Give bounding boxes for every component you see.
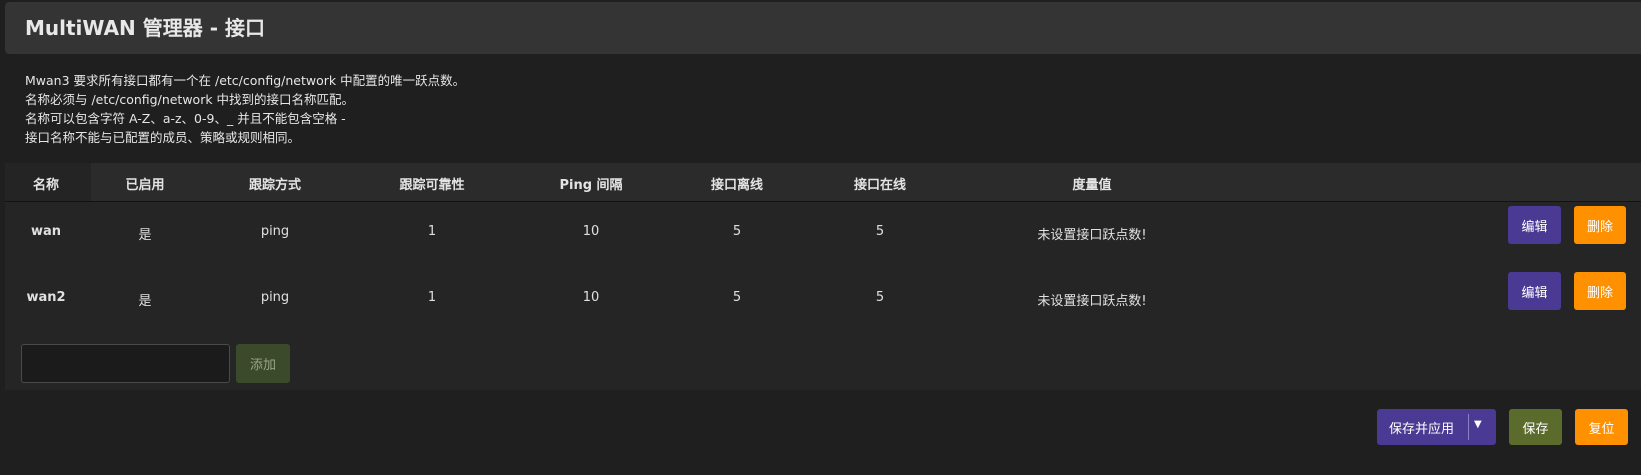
add-button[interactable]: 添加 (236, 344, 290, 383)
header-name: 名称 (32, 178, 60, 193)
header-reliability: 跟踪可靠性 (399, 178, 465, 193)
description-line: Mwan3 要求所有接口都有一个在 /etc/config/network 中配… (25, 73, 466, 88)
save-button[interactable]: 保存 (1509, 409, 1562, 445)
cell-down: 5 (732, 290, 742, 305)
cell-track-method: ping (260, 224, 290, 239)
description-line: 名称必须与 /etc/config/network 中找到的接口名称匹配。 (25, 92, 355, 107)
cell-up: 5 (875, 224, 885, 239)
table-row: wan2 是 ping 1 10 5 5 未设置接口跃点数! 编辑 删除 (5, 267, 1641, 329)
cell-reliability: 1 (427, 290, 437, 305)
description: Mwan3 要求所有接口都有一个在 /etc/config/network 中配… (25, 71, 465, 147)
cell-metric: 未设置接口跃点数! (1037, 294, 1147, 309)
header-down: 接口离线 (710, 178, 764, 193)
cell-reliability: 1 (427, 224, 437, 239)
cell-enabled: 是 (138, 294, 152, 309)
caret-down-icon[interactable]: ▼ (1474, 419, 1482, 430)
delete-button[interactable]: 删除 (1574, 272, 1626, 310)
reset-button[interactable]: 复位 (1575, 409, 1628, 445)
split-divider (1468, 414, 1469, 440)
cell-metric: 未设置接口跃点数! (1037, 228, 1147, 243)
page-header: MultiWAN 管理器 - 接口 (5, 2, 1641, 54)
table-row: wan 是 ping 1 10 5 5 未设置接口跃点数! 编辑 删除 (5, 201, 1641, 263)
save-apply-button[interactable]: 保存并应用 ▼ (1377, 409, 1496, 445)
header-track-method: 跟踪方式 (248, 178, 302, 193)
cell-ping-interval: 10 (582, 224, 600, 239)
new-interface-name-input[interactable] (21, 344, 230, 383)
header-enabled: 已启用 (125, 178, 165, 193)
header-metric: 度量值 (1072, 178, 1112, 193)
cell-track-method: ping (260, 290, 290, 305)
edit-button[interactable]: 编辑 (1508, 272, 1561, 310)
header-up: 接口在线 (853, 178, 907, 193)
delete-button[interactable]: 删除 (1574, 206, 1626, 244)
table-header: 名称 已启用 跟踪方式 跟踪可靠性 Ping 间隔 接口离线 接口在线 度量值 (5, 163, 1641, 202)
description-line: 接口名称不能与已配置的成员、策略或规则相同。 (25, 130, 301, 145)
cell-name: wan2 (26, 290, 66, 305)
cell-ping-interval: 10 (582, 290, 600, 305)
edit-button[interactable]: 编辑 (1508, 206, 1561, 244)
header-ping-interval: Ping 间隔 (559, 178, 623, 193)
cell-up: 5 (875, 290, 885, 305)
description-line: 名称可以包含字符 A-Z、a-z、0-9、_ 并且不能包含空格 - (25, 111, 346, 126)
save-apply-label: 保存并应用 (1389, 421, 1455, 437)
cell-down: 5 (732, 224, 742, 239)
page-title: MultiWAN 管理器 - 接口 (25, 16, 265, 40)
cell-name: wan (30, 224, 62, 239)
cell-enabled: 是 (138, 228, 152, 243)
